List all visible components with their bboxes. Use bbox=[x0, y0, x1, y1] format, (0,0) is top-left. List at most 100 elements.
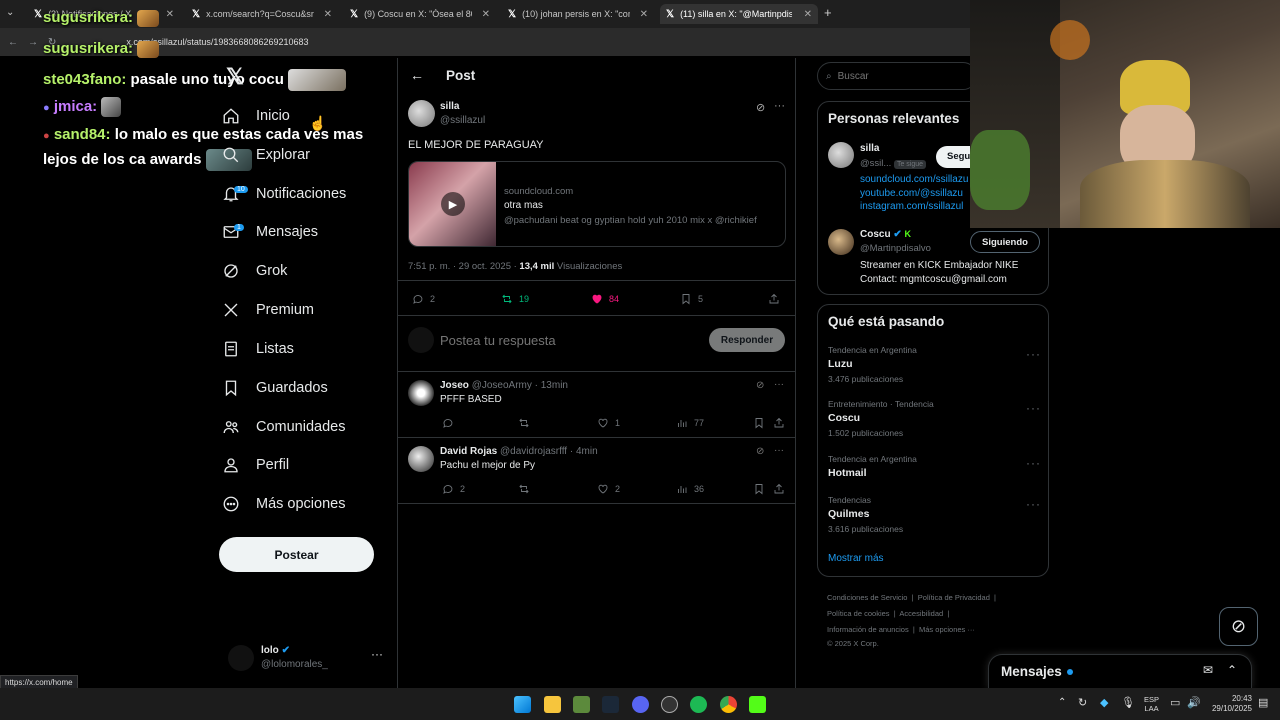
like-button[interactable]: 2 bbox=[597, 483, 620, 495]
like-button[interactable]: 1 bbox=[597, 417, 620, 429]
x-logo-icon[interactable]: 𝕏 bbox=[226, 64, 244, 90]
reply-submit-button[interactable]: Responder bbox=[709, 328, 785, 352]
author-handle[interactable]: @ssillazul bbox=[440, 115, 485, 126]
grok-floating-button[interactable]: ⊘ bbox=[1219, 607, 1258, 646]
kick-icon[interactable] bbox=[749, 696, 766, 713]
tray-shield-icon[interactable]: ◆ bbox=[1100, 696, 1108, 709]
nav-more[interactable]: Más opciones bbox=[222, 487, 345, 521]
browser-tab[interactable]: 𝕏 (10) johan persis en X: "como la ✕ bbox=[502, 4, 654, 24]
share-button[interactable] bbox=[768, 293, 780, 305]
file-explorer-icon[interactable] bbox=[544, 696, 561, 713]
new-tab-button[interactable]: + bbox=[824, 5, 832, 20]
avatar[interactable] bbox=[828, 142, 854, 168]
play-icon[interactable]: ▶ bbox=[441, 192, 465, 216]
expand-icon[interactable]: ⌃ bbox=[1227, 663, 1237, 677]
person-handle[interactable]: @Martinpdisalvo bbox=[860, 243, 931, 254]
footer-link[interactable]: Más opciones ··· bbox=[919, 625, 975, 634]
like-button[interactable]: 84 bbox=[591, 293, 619, 305]
clock[interactable]: 20:43 29/10/2025 bbox=[1206, 694, 1252, 714]
spotify-icon[interactable] bbox=[690, 696, 707, 713]
notification-center-icon[interactable]: ▤ bbox=[1258, 696, 1268, 709]
new-message-icon[interactable]: ✉ bbox=[1203, 663, 1213, 677]
back-icon[interactable]: ← bbox=[8, 37, 18, 48]
repost-button[interactable]: 19 bbox=[501, 293, 529, 305]
trend-item[interactable]: Tendencias Quilmes 3.616 publicaciones ·… bbox=[818, 493, 1048, 539]
footer-link[interactable]: Accesibilidad bbox=[899, 609, 943, 618]
reply-handle[interactable]: @JoseoArmy · 13min bbox=[472, 380, 568, 391]
browser-tab[interactable]: 𝕏 (9) Coscu en X: "Ósea el 80% de ✕ bbox=[344, 4, 496, 24]
trend-more-icon[interactable]: ··· bbox=[1026, 347, 1041, 361]
link-card[interactable]: ▶ soundcloud.com otra mas @pachudani bea… bbox=[408, 161, 786, 247]
person-name[interactable]: Coscu bbox=[860, 229, 891, 240]
discord-icon[interactable] bbox=[632, 696, 649, 713]
trend-item[interactable]: Tendencia en Argentina Hotmail ··· bbox=[818, 452, 1048, 486]
bookmark-button[interactable] bbox=[753, 417, 765, 429]
network-icon[interactable]: ▭ bbox=[1170, 696, 1180, 709]
repost-button[interactable] bbox=[518, 417, 536, 429]
post-time[interactable]: 7:51 p. m. · 29 oct. 2025 · bbox=[408, 261, 519, 272]
tray-chevron-icon[interactable]: ⌃ bbox=[1058, 697, 1066, 708]
nav-premium[interactable]: Premium bbox=[222, 293, 314, 327]
back-arrow-icon[interactable]: ← bbox=[410, 67, 424, 83]
volume-icon[interactable]: 🔊 bbox=[1187, 696, 1201, 709]
tab-close-icon[interactable]: ✕ bbox=[166, 9, 174, 20]
reply-handle[interactable]: @davidrojasrfff · 4min bbox=[500, 446, 598, 457]
more-options-icon[interactable]: ··· bbox=[774, 100, 785, 112]
account-switcher[interactable]: lolo ✔ @lolomorales_ ··· bbox=[226, 643, 386, 673]
more-options-icon[interactable]: ··· bbox=[774, 445, 784, 456]
tab-close-icon[interactable]: ✕ bbox=[324, 9, 332, 20]
tab-close-icon[interactable]: ✕ bbox=[804, 9, 812, 20]
tray-sync-icon[interactable]: ↻ bbox=[1078, 696, 1087, 709]
share-button[interactable] bbox=[773, 483, 785, 495]
tab-close-icon[interactable]: ✕ bbox=[640, 9, 648, 20]
reply-button[interactable] bbox=[442, 417, 460, 429]
bookmark-button[interactable]: 5 bbox=[680, 293, 703, 305]
avatar[interactable] bbox=[828, 229, 854, 255]
profile-link[interactable]: soundcloud.com/ssillazu bbox=[860, 173, 968, 187]
views-button[interactable]: 36 bbox=[676, 483, 704, 495]
reply-item[interactable]: David Rojas @davidrojasrfff · 4min ⊘ ···… bbox=[398, 438, 796, 503]
avatar[interactable] bbox=[408, 446, 434, 472]
more-options-icon[interactable]: ··· bbox=[774, 379, 784, 390]
browser-tab[interactable]: 𝕏 x.com/search?q=Coscu&src=tr ✕ bbox=[186, 4, 338, 24]
following-button[interactable]: Siguiendo bbox=[970, 231, 1040, 253]
profile-link[interactable]: instagram.com/ssillazul bbox=[860, 200, 968, 214]
post-button[interactable]: Postear bbox=[219, 537, 374, 572]
grok-icon[interactable]: ⊘ bbox=[756, 446, 764, 457]
avatar[interactable] bbox=[408, 100, 435, 127]
reply-author[interactable]: Joseo bbox=[440, 380, 469, 391]
grok-icon[interactable]: ⊘ bbox=[756, 380, 764, 391]
trend-more-icon[interactable]: ··· bbox=[1026, 401, 1041, 415]
share-button[interactable] bbox=[773, 417, 785, 429]
person-name[interactable]: silla bbox=[860, 143, 879, 154]
nav-bookmarks[interactable]: Guardados bbox=[222, 371, 328, 405]
trend-item[interactable]: Entretenimiento · Tendencia Coscu 1.502 … bbox=[818, 397, 1048, 443]
nav-home[interactable]: Inicio bbox=[222, 99, 290, 133]
windows-start-icon[interactable] bbox=[514, 696, 531, 713]
language-indicator[interactable]: ESP LAA bbox=[1144, 695, 1159, 713]
grok-icon[interactable]: ⊘ bbox=[756, 101, 765, 114]
reply-author[interactable]: David Rojas bbox=[440, 446, 497, 457]
footer-link[interactable]: Política de cookies bbox=[827, 609, 890, 618]
author-name[interactable]: silla bbox=[440, 101, 459, 112]
avatar[interactable] bbox=[408, 380, 434, 406]
tab-close-icon[interactable]: ✕ bbox=[482, 9, 490, 20]
footer-link[interactable]: Información de anuncios bbox=[827, 625, 909, 634]
browser-tab-active[interactable]: 𝕏 (11) silla en X: "@Martinpdisalvo ✕ bbox=[660, 4, 818, 24]
nav-lists[interactable]: Listas bbox=[222, 332, 294, 366]
tab-list-chevron-icon[interactable]: ⌄ bbox=[6, 7, 14, 18]
footer-link[interactable]: Condiciones de Servicio bbox=[827, 593, 907, 602]
show-more-link[interactable]: Mostrar más bbox=[828, 553, 884, 564]
reply-input[interactable] bbox=[440, 330, 690, 350]
bookmark-button[interactable] bbox=[753, 483, 765, 495]
reply-button[interactable]: 2 bbox=[412, 293, 435, 305]
forward-icon[interactable]: → bbox=[28, 37, 38, 48]
steam-icon[interactable] bbox=[602, 696, 619, 713]
chrome-icon[interactable] bbox=[720, 696, 737, 713]
search-box[interactable]: ⌕ bbox=[817, 62, 977, 90]
person-handle[interactable]: @ssil... bbox=[860, 158, 891, 169]
search-input[interactable] bbox=[837, 70, 948, 82]
trend-item[interactable]: Tendencia en Argentina Luzu 3.476 public… bbox=[818, 343, 1048, 389]
nav-notifications[interactable]: 10 Notificaciones bbox=[222, 177, 346, 211]
messages-drawer[interactable]: Mensajes ✉ ⌃ bbox=[988, 654, 1252, 688]
